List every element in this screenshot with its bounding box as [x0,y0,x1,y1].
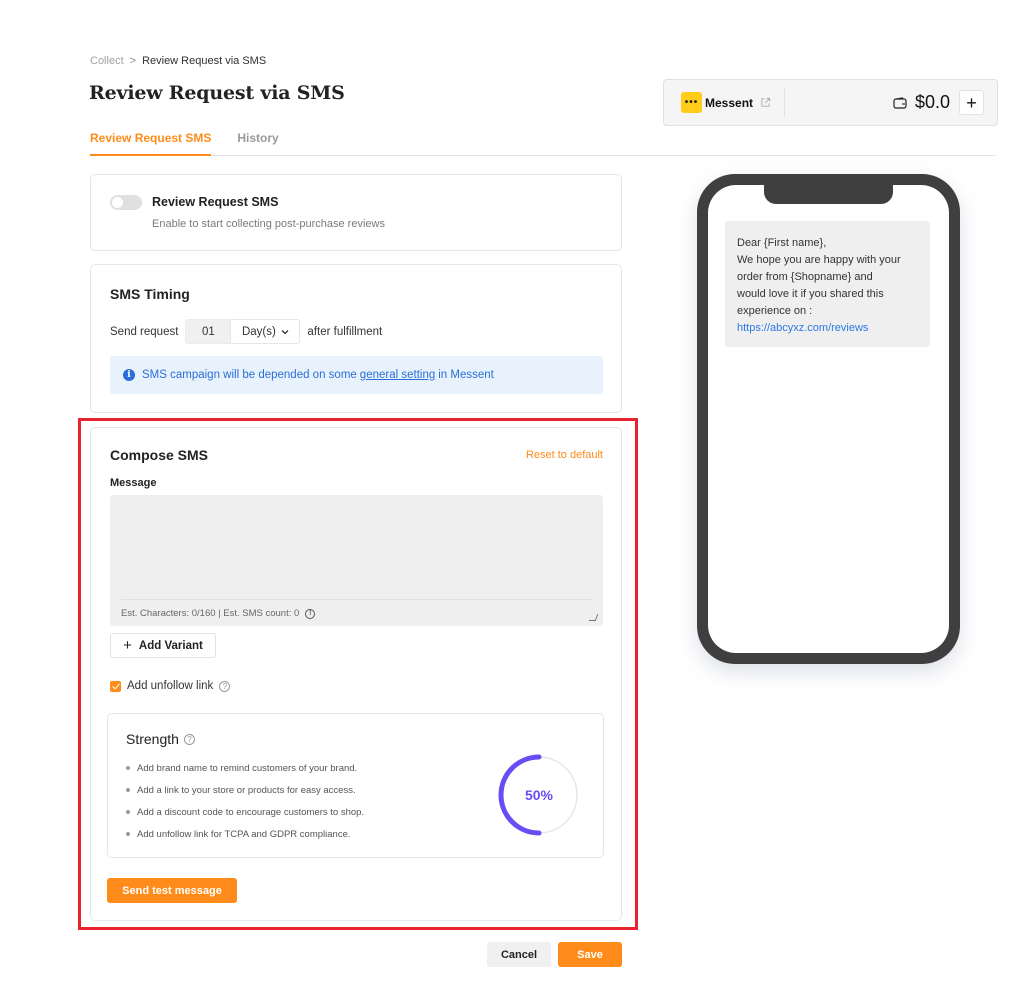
messent-logo: ••• [681,92,702,113]
enable-sms-toggle[interactable] [110,195,142,210]
message-label: Message [110,477,157,489]
info-banner: i SMS campaign will be depended on some … [110,356,603,394]
wallet-icon [893,96,907,109]
chevron-down-icon [281,329,289,334]
reset-to-default-button[interactable]: Reset to default [526,449,603,461]
sms-timing-title: SMS Timing [110,286,190,302]
preview-line: order from {Shopname} and [737,271,873,283]
help-icon[interactable]: ? [219,680,231,692]
compose-sms-title: Compose SMS [110,447,209,463]
tab-history[interactable]: History [237,124,278,156]
info-icon[interactable]: ! [305,608,316,619]
delay-unit-select[interactable]: Day(s) [230,319,301,344]
strength-title-row: Strength ? [126,731,195,747]
preview-line: experience on : [737,305,813,317]
brand-name[interactable]: Messent [705,96,753,110]
cancel-button[interactable]: Cancel [487,942,551,967]
strength-tip: Add unfollow link for TCPA and GDPR comp… [126,823,364,845]
after-fulfillment-label: after fulfillment [307,325,383,338]
breadcrumb-current: Review Request via SMS [142,55,267,67]
phone-screen: Dear {First name}, We hope you are happy… [708,185,949,653]
page-title: Review Request via SMS [89,82,345,104]
general-setting-link[interactable]: general setting [360,369,435,381]
add-variant-button[interactable]: + Add Variant [110,633,216,658]
preview-line: We hope you are happy with your [737,254,901,266]
phone-preview: Dear {First name}, We hope you are happy… [697,174,960,664]
phone-notch [764,185,893,204]
info-icon: i [123,369,135,381]
message-area: Est. Characters: 0/160 | Est. SMS count:… [110,495,603,626]
external-link-icon[interactable] [760,97,771,108]
unfollow-link-checkbox[interactable] [110,680,121,692]
preview-line: would love it if you shared this [737,288,884,300]
toggle-title: Review Request SMS [152,195,279,209]
save-button[interactable]: Save [558,942,622,967]
account-bar: ••• Messent $0.0 + [663,79,998,126]
breadcrumb-separator: > [129,55,137,67]
strength-percent: 50% [524,787,554,803]
tab-review-request-sms[interactable]: Review Request SMS [90,124,212,156]
strength-panel: Strength ? Add brand name to remind cust… [107,713,604,858]
plus-icon: + [123,637,132,654]
divider [121,599,592,600]
review-request-toggle-card: Review Request SMS Enable to start colle… [90,174,622,251]
add-funds-button[interactable]: + [959,90,984,115]
strength-tips: Add brand name to remind customers of yo… [126,757,364,845]
strength-tip: Add a discount code to encourage custome… [126,801,364,823]
message-counter: Est. Characters: 0/160 | Est. SMS count:… [121,608,316,619]
breadcrumb: Collect > Review Request via SMS [90,55,266,67]
help-icon[interactable]: ? [183,733,195,745]
toggle-description: Enable to start collecting post-purchase… [152,218,385,230]
send-request-label: Send request [110,325,179,338]
counter-text: Est. Characters: 0/160 | Est. SMS count:… [121,608,300,619]
resize-handle-icon[interactable] [588,614,599,621]
send-test-message-button[interactable]: Send test message [107,878,237,903]
compose-sms-card: Compose SMS Reset to default Message Est… [90,427,622,921]
info-text-before: SMS campaign will be depended on some [142,369,357,381]
timing-row: Send request 01 Day(s) after fulfillment [110,319,382,344]
preview-review-link[interactable]: https://abcyxz.com/reviews [737,320,918,337]
strength-tip: Add brand name to remind customers of yo… [126,757,364,779]
delay-unit-value: Day(s) [241,325,276,338]
balance: $0.0 [914,92,950,112]
sms-preview-bubble: Dear {First name}, We hope you are happy… [725,221,930,347]
unfollow-link-label[interactable]: Add unfollow link [127,680,213,692]
add-variant-label: Add Variant [138,639,203,652]
preview-line: Dear {First name}, [737,237,827,249]
strength-title: Strength [126,731,179,747]
strength-tip: Add a link to your store or products for… [126,779,364,801]
tab-bar: Review Request SMS History [90,124,996,156]
breadcrumb-parent[interactable]: Collect [90,55,124,67]
sms-timing-card: SMS Timing Send request 01 Day(s) after … [90,264,622,413]
unfollow-link-option: Add unfollow link ? [110,680,231,692]
info-text-after: in Messent [438,369,494,381]
divider [784,88,786,117]
message-input[interactable] [110,495,603,599]
delay-value-input[interactable]: 01 [185,319,231,344]
